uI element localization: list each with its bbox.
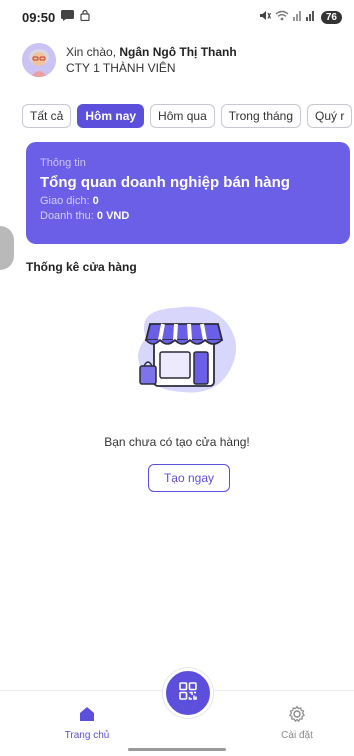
user-name: Ngân Ngô Thị Thanh bbox=[119, 45, 237, 59]
qr-code-icon bbox=[178, 681, 198, 706]
status-bar: 09:50 76 bbox=[0, 0, 354, 34]
battery-indicator: 76 bbox=[320, 10, 342, 24]
home-icon bbox=[78, 705, 96, 726]
wifi-icon bbox=[275, 8, 289, 26]
greeting-header: Xin chào, Ngân Ngô Thị Thanh CTY 1 THÀNH… bbox=[22, 40, 342, 80]
mute-icon bbox=[259, 8, 271, 26]
tab-this-month[interactable]: Trong tháng bbox=[220, 104, 302, 128]
tab-today[interactable]: Hôm nay bbox=[77, 104, 145, 128]
company-name: CTY 1 THÀNH VIÊN bbox=[66, 61, 176, 75]
side-drawer-handle[interactable] bbox=[0, 226, 14, 270]
transactions-label: Giao dịch: bbox=[40, 195, 90, 207]
transactions-row: Giao dịch: 0 bbox=[40, 194, 336, 209]
status-left: 09:50 bbox=[22, 8, 90, 26]
nav-home[interactable]: Trang chủ bbox=[52, 705, 122, 741]
status-time: 09:50 bbox=[22, 9, 56, 25]
greeting-line: Xin chào, Ngân Ngô Thị Thanh bbox=[66, 44, 237, 60]
nav-home-label: Trang chủ bbox=[64, 730, 110, 741]
signal-icon bbox=[292, 8, 317, 26]
store-stats-title: Thống kê cửa hàng bbox=[26, 260, 137, 274]
tab-yesterday[interactable]: Hôm qua bbox=[150, 104, 215, 128]
nav-settings-label: Cài đặt bbox=[281, 730, 313, 741]
revenue-value: 0 VND bbox=[96, 210, 130, 222]
greeting-text-block: Xin chào, Ngân Ngô Thị Thanh CTY 1 THÀNH… bbox=[66, 44, 237, 76]
nav-settings[interactable]: Cài đặt bbox=[262, 705, 332, 741]
qr-scan-button[interactable] bbox=[163, 668, 213, 718]
gear-icon bbox=[288, 705, 306, 726]
home-indicator bbox=[128, 748, 226, 751]
tab-all[interactable]: Tất cả bbox=[22, 104, 72, 128]
info-card-label: Thông tin bbox=[40, 157, 86, 169]
empty-store-message: Bạn chưa có tạo cửa hàng! bbox=[104, 435, 250, 449]
status-right: 76 bbox=[259, 8, 342, 26]
message-icon bbox=[61, 8, 75, 26]
business-overview-card: Thông tin Tổng quan doanh nghiệp bán hàn… bbox=[26, 142, 350, 244]
store-illustration bbox=[126, 300, 242, 400]
period-filter-tabs: Tất cả Hôm nay Hôm qua Trong tháng Quý r bbox=[22, 104, 354, 128]
revenue-label: Doanh thu: bbox=[40, 210, 94, 222]
avatar[interactable] bbox=[22, 43, 56, 77]
lock-icon bbox=[80, 8, 90, 26]
greeting-prefix: Xin chào, bbox=[66, 45, 120, 59]
tab-quarter[interactable]: Quý r bbox=[307, 104, 353, 128]
revenue-row: Doanh thu: 0 VND bbox=[40, 209, 336, 224]
transactions-value: 0 bbox=[92, 195, 99, 207]
info-card-title: Tổng quan doanh nghiệp bán hàng bbox=[40, 174, 290, 191]
create-store-button[interactable]: Tạo ngay bbox=[148, 464, 230, 492]
